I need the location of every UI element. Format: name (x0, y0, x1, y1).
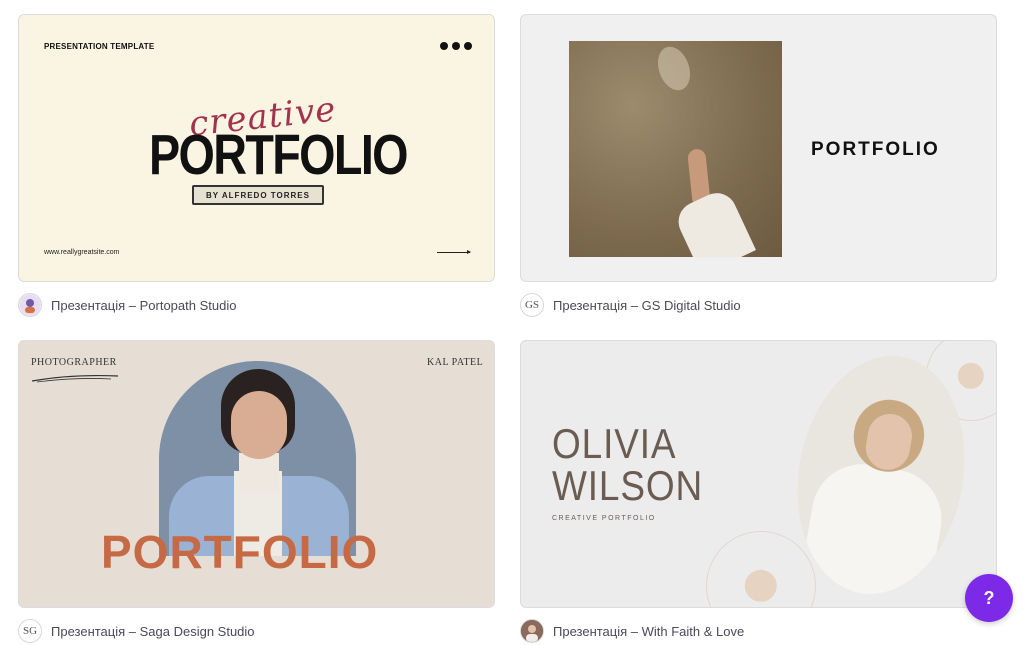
thumbnail-title: PORTFOLIO (811, 139, 940, 160)
creator-avatar[interactable]: SG (18, 619, 42, 643)
thumbnail-name: KAL PATEL (427, 357, 484, 368)
thumbnail-byline: BY ALFREDO TORRES (192, 185, 324, 205)
thumbnail-label: PRESENTATION TEMPLATE (44, 42, 155, 51)
thumbnail-label: PHOTOGRAPHER (31, 357, 117, 368)
avatar-photo-icon (521, 620, 543, 642)
thumbnail-name: OLIVIA WILSON (552, 423, 703, 507)
template-caption[interactable]: Презентація – With Faith & Love (520, 618, 744, 644)
dots-icon (440, 42, 472, 50)
name-line-1: OLIVIA (552, 420, 677, 467)
template-caption[interactable]: SG Презентація – Saga Design Studio (18, 618, 255, 644)
template-thumbnail[interactable]: PRESENTATION TEMPLATE creative PORTFOLIO… (18, 14, 495, 282)
template-thumbnail[interactable]: PORTFOLIO (520, 14, 997, 282)
thumbnail-url: www.reallygreatsite.com (44, 249, 120, 256)
caption-text[interactable]: Презентація – GS Digital Studio (553, 298, 741, 313)
avatar-illustration-icon (20, 295, 40, 315)
flower-decoration-icon (706, 531, 816, 607)
template-thumbnail[interactable]: OLIVIA WILSON CREATIVE PORTFOLIO (520, 340, 997, 608)
template-caption[interactable]: GS Презентація – GS Digital Studio (520, 292, 741, 318)
name-line-2: WILSON (552, 462, 704, 509)
swoosh-icon (31, 374, 119, 383)
template-grid: PRESENTATION TEMPLATE creative PORTFOLIO… (0, 0, 1024, 645)
help-button[interactable]: ? (965, 574, 1013, 622)
caption-text[interactable]: Презентація – Portopath Studio (51, 298, 236, 313)
caption-text[interactable]: Презентація – Saga Design Studio (51, 624, 255, 639)
arrow-icon (437, 250, 471, 254)
thumbnail-subtitle: CREATIVE PORTFOLIO (552, 515, 656, 522)
creator-avatar[interactable] (520, 619, 544, 643)
thumbnail-title: PORTFOLIO (101, 526, 379, 578)
caption-text[interactable]: Презентація – With Faith & Love (553, 624, 744, 639)
creator-avatar[interactable] (18, 293, 42, 317)
creator-avatar[interactable]: GS (520, 293, 544, 317)
thumbnail-title: PORTFOLIO (149, 123, 409, 187)
sand-footprints-photo (569, 41, 782, 257)
template-thumbnail[interactable]: PHOTOGRAPHER KAL PATEL PORTFOLIO (18, 340, 495, 608)
template-caption[interactable]: Презентація – Portopath Studio (18, 292, 236, 318)
